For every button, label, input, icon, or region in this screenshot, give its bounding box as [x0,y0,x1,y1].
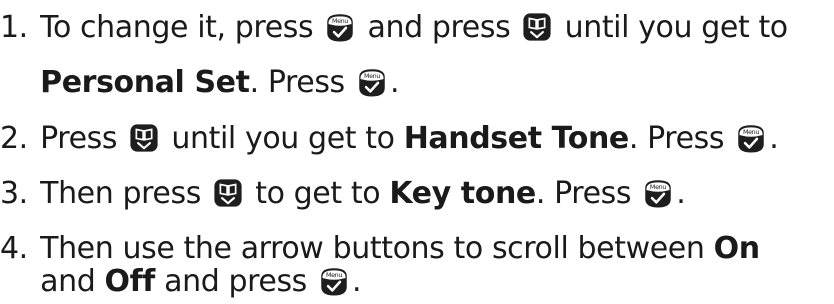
step-3: 3. Then press to get to Key tone. Press … [0,174,686,214]
step-text: and [40,264,96,299]
step-text: Press [40,121,118,156]
phonebook-scroll-key-icon [127,121,161,155]
step-number: 3. [0,176,28,211]
step-text: . Press [628,121,725,156]
option-label: On [713,231,760,266]
step-text: until you get to [564,10,789,45]
step-number: 2. [0,121,28,156]
step-text: and press [367,10,511,45]
step-text: until you get to [171,121,395,156]
step-4-line-2: and Off and press . [0,262,361,302]
step-text: . [676,176,686,211]
phonebook-scroll-key-icon [211,176,245,210]
step-text: Then use the arrow buttons to scroll bet… [40,231,705,266]
step-text: . Press [249,65,346,100]
step-text: . Press [535,176,632,211]
step-2: 2. Press until you get to Handset Tone. … [0,119,779,159]
step-text: and press [164,264,307,299]
menu-check-key-icon [355,65,389,99]
step-number: 1. [0,10,28,45]
step-text: . [769,121,779,156]
step-1-line-1: 1. To change it, press and press until y… [0,8,788,48]
step-text: . [389,65,400,100]
menu-path-label: Personal Set [40,65,250,100]
menu-path-label: Key tone [389,176,536,211]
menu-check-key-icon [317,264,351,298]
phonebook-scroll-key-icon [520,10,554,44]
step-text: to get to [255,176,381,211]
menu-check-key-icon [734,121,768,155]
instructions-list: 1. To change it, press and press until y… [0,0,834,304]
step-text: Then press [40,176,201,211]
menu-path-label: Handset Tone [403,121,630,156]
step-text: . [352,264,362,299]
menu-check-key-icon [641,176,675,210]
step-1-line-2: Personal Set. Press . [0,63,399,103]
menu-check-key-icon [323,10,357,44]
option-label: Off [104,264,156,299]
step-text: To change it, press [40,10,314,45]
